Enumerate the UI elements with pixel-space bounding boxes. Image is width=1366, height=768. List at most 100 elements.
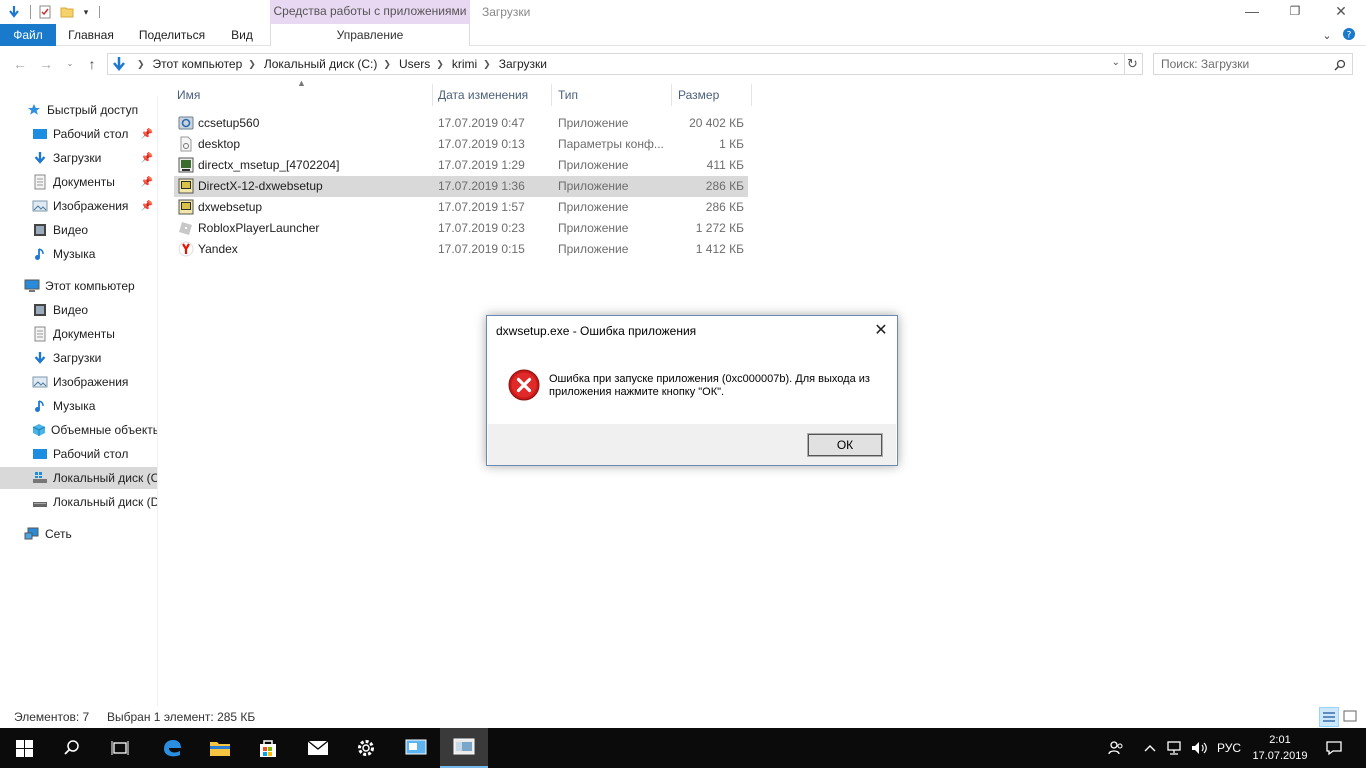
breadcrumb-chevron-icon[interactable]: ❯ [248, 59, 256, 70]
nav-pc-drive-d[interactable]: Локальный диск (D:) [0, 491, 157, 513]
nav-pc-pictures[interactable]: Изображения [0, 371, 157, 393]
pin-icon[interactable]: 📌 [141, 177, 153, 188]
breadcrumb-chevron-icon[interactable]: ❯ [383, 59, 391, 70]
people-icon[interactable] [1104, 728, 1128, 768]
column-header-size[interactable]: Размер [674, 84, 750, 106]
windows-start-icon[interactable] [0, 728, 48, 768]
file-row[interactable]: desktop 17.07.2019 0:13 Параметры конф..… [174, 134, 748, 155]
file-date: 17.07.2019 0:15 [438, 242, 525, 256]
desktop-icon [32, 446, 48, 462]
breadcrumb-item[interactable]: Загрузки [499, 57, 547, 71]
search-icon[interactable] [48, 728, 96, 768]
column-divider[interactable] [432, 84, 433, 106]
nav-quick-access[interactable]: Быстрый доступ [0, 99, 157, 121]
details-view-icon[interactable] [1319, 707, 1339, 727]
file-row[interactable]: Yandex 17.07.2019 0:15 Приложение 1 412 … [174, 239, 748, 260]
explorer-window-icon[interactable] [440, 728, 488, 768]
breadcrumb-item[interactable]: Локальный диск (C:) [264, 57, 378, 71]
file-row[interactable]: dxwebsetup 17.07.2019 1:57 Приложение 28… [174, 197, 748, 218]
settings-gear-icon[interactable] [342, 728, 390, 768]
breadcrumb-item[interactable]: krimi [452, 57, 477, 71]
breadcrumb-item[interactable]: Этот компьютер [153, 57, 243, 71]
tab-home[interactable]: Главная [60, 24, 122, 46]
dialog-close-icon[interactable]: ✕ [873, 320, 889, 340]
properties-icon[interactable] [37, 4, 53, 20]
file-name: desktop [198, 137, 241, 151]
file-row[interactable]: RobloxPlayerLauncher 17.07.2019 0:23 При… [174, 218, 748, 239]
column-header-date[interactable]: Дата изменения [434, 84, 550, 106]
nav-pc-downloads[interactable]: Загрузки [0, 347, 157, 369]
nav-quick-pictures[interactable]: Изображения 📌 [0, 195, 157, 217]
help-icon[interactable]: ? [1338, 27, 1360, 44]
explorer-down-arrow-icon[interactable] [6, 4, 22, 20]
recent-locations-icon[interactable]: ⌄ [60, 54, 80, 74]
pin-icon[interactable]: 📌 [141, 201, 153, 212]
documents-icon [32, 326, 48, 342]
nav-pc-videos[interactable]: Видео [0, 299, 157, 321]
nav-quick-downloads[interactable]: Загрузки 📌 [0, 147, 157, 169]
show-hidden-icons-icon[interactable] [1140, 728, 1160, 768]
file-row[interactable]: ccsetup560 17.07.2019 0:47 Приложение 20… [174, 113, 748, 134]
tab-view[interactable]: Вид [222, 24, 262, 46]
control-panel-icon[interactable] [392, 728, 440, 768]
nav-pc-documents[interactable]: Документы [0, 323, 157, 345]
nav-quick-documents[interactable]: Документы 📌 [0, 171, 157, 193]
large-icons-view-icon[interactable] [1341, 707, 1361, 727]
new-folder-icon[interactable] [59, 4, 75, 20]
nav-pc-desktop[interactable]: Рабочий стол [0, 443, 157, 465]
edge-browser-icon[interactable] [148, 728, 196, 768]
breadcrumb-item[interactable]: Users [399, 57, 430, 71]
dialog-message: Ошибка при запуске приложения (0xc000007… [549, 373, 870, 398]
mail-icon[interactable] [294, 728, 342, 768]
refresh-icon[interactable]: ↻ [1123, 53, 1143, 75]
column-divider[interactable] [671, 84, 672, 106]
qat-customize-icon[interactable]: ▾ [81, 4, 91, 20]
pin-icon[interactable]: 📌 [141, 129, 153, 140]
store-icon[interactable] [244, 728, 292, 768]
search-icon[interactable] [1334, 54, 1346, 77]
minimize-button[interactable]: — [1229, 0, 1275, 24]
breadcrumb-chevron-icon[interactable]: ❯ [137, 59, 145, 70]
volume-icon[interactable] [1188, 728, 1210, 768]
column-divider[interactable] [751, 84, 752, 106]
tab-share[interactable]: Поделиться [130, 24, 214, 46]
forward-arrow-icon[interactable]: → [36, 54, 56, 74]
column-header-name[interactable]: Имя [173, 84, 431, 106]
language-indicator[interactable]: РУС [1213, 728, 1245, 768]
tab-manage[interactable]: Управление [270, 24, 470, 46]
nav-pc-3d-objects[interactable]: Объемные объекты [0, 419, 157, 441]
breadcrumb-chevron-icon[interactable]: ❯ [436, 59, 444, 70]
back-arrow-icon[interactable]: ← [10, 54, 30, 74]
up-arrow-icon[interactable]: ↑ [82, 54, 102, 74]
expand-ribbon-icon[interactable]: ⌄ [1316, 29, 1338, 42]
restore-button[interactable]: ❐ [1272, 0, 1318, 24]
nav-quick-videos[interactable]: Видео [0, 219, 157, 241]
network-status-icon[interactable] [1163, 728, 1185, 768]
navigation-pane: Быстрый доступ Рабочий стол 📌 Загрузки 📌… [0, 96, 158, 706]
nav-pc-music[interactable]: Музыка [0, 395, 157, 417]
column-header-type[interactable]: Тип [554, 84, 670, 106]
nav-network[interactable]: Сеть [0, 523, 157, 545]
clock-date: 17.07.2019 [1252, 750, 1308, 762]
file-row[interactable]: directx_msetup_[4702204] 17.07.2019 1:29… [174, 155, 748, 176]
address-bar[interactable]: ❯ Этот компьютер ❯ Локальный диск (C:) ❯… [107, 53, 1125, 75]
notifications-icon[interactable] [1320, 728, 1348, 768]
address-dropdown-icon[interactable]: ⌄ [1112, 57, 1120, 68]
file-row-selected[interactable]: DirectX-12-dxwebsetup 17.07.2019 1:36 Пр… [174, 176, 748, 197]
ok-button[interactable]: ОК [807, 433, 883, 457]
nav-pc-drive-c[interactable]: Локальный диск (C:) [0, 467, 157, 489]
nav-this-pc[interactable]: Этот компьютер [0, 275, 157, 297]
context-tab-group-label: Средства работы с приложениями [270, 0, 470, 24]
nav-quick-desktop[interactable]: Рабочий стол 📌 [0, 123, 157, 145]
tab-file[interactable]: Файл [0, 24, 56, 46]
search-input[interactable]: Поиск: Загрузки [1153, 53, 1353, 75]
pin-icon[interactable]: 📌 [141, 153, 153, 164]
task-view-icon[interactable] [96, 728, 144, 768]
close-button[interactable]: ✕ [1318, 0, 1364, 24]
file-explorer-icon[interactable] [196, 728, 244, 768]
breadcrumb-chevron-icon[interactable]: ❯ [483, 59, 491, 70]
nav-quick-music[interactable]: Музыка [0, 243, 157, 265]
column-divider[interactable] [551, 84, 552, 106]
clock[interactable]: 2:01 17.07.2019 [1248, 732, 1312, 764]
clock-time: 2:01 [1269, 734, 1291, 746]
